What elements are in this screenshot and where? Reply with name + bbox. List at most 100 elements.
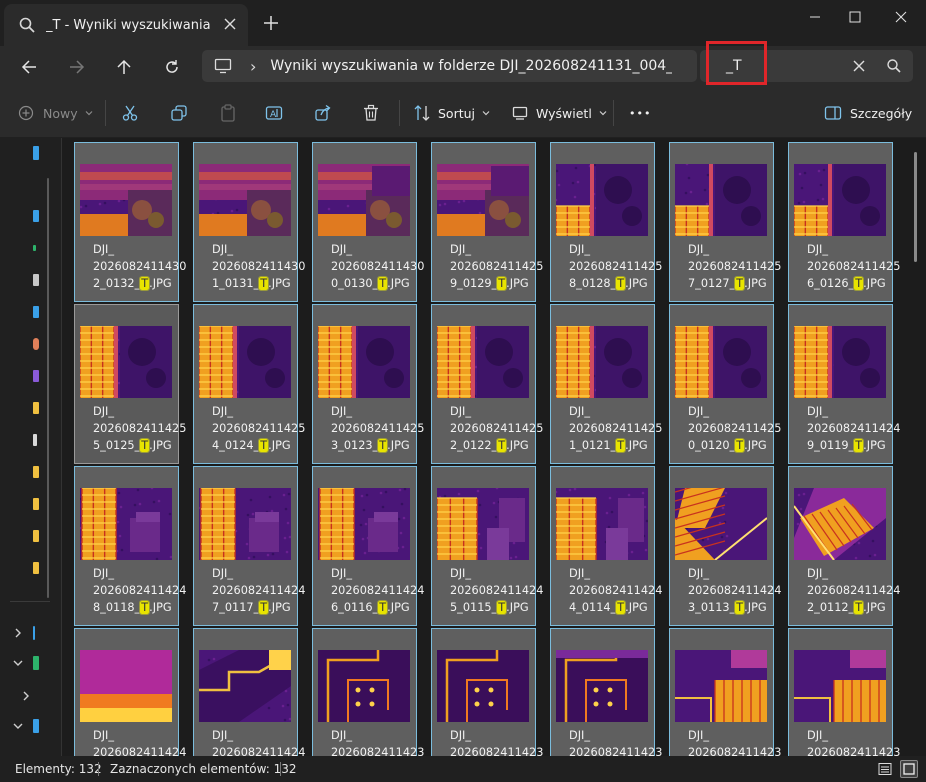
details-view-toggle[interactable] (876, 760, 894, 778)
file-tile[interactable]: DJI_ 2026082411424 5_0115_T.JPG (431, 466, 543, 626)
chevron-right-icon[interactable] (12, 627, 24, 639)
file-thumbnail (80, 650, 172, 722)
file-tile[interactable]: DJI_ 2026082411424 6_0116_T.JPG (312, 466, 424, 626)
nav-item-icon[interactable] (33, 338, 39, 350)
thermal-thumbnail (556, 164, 648, 236)
thermal-thumbnail (80, 164, 172, 236)
cut-button[interactable] (121, 101, 139, 125)
nav-scrollbar[interactable] (47, 178, 49, 598)
new-button[interactable]: Nowy (18, 101, 94, 125)
file-name-line: DJI_ (93, 243, 115, 256)
nav-item-icon[interactable] (33, 626, 35, 640)
nav-item-icon[interactable] (33, 245, 36, 251)
file-tile[interactable]: DJI_ 2026082411424 (193, 628, 305, 756)
file-tile[interactable]: DJI_ 2026082411425 2_0122_T.JPG (431, 304, 543, 464)
file-tile[interactable]: DJI_ 2026082411423 (431, 628, 543, 756)
vertical-scrollbar-thumb[interactable] (914, 152, 917, 262)
nav-item-icon[interactable] (33, 530, 39, 542)
file-name-line: 0_0130_T.JPG (331, 275, 417, 292)
chevron-down-icon[interactable] (12, 657, 24, 669)
file-name: DJI_ 2026082411425 1_0121_T.JPG (569, 403, 662, 454)
search-match-highlight: T (377, 276, 389, 291)
file-tile[interactable]: DJI_ 2026082411424 3_0113_T.JPG (669, 466, 781, 626)
share-button[interactable] (314, 101, 332, 125)
thermal-thumbnail (199, 650, 291, 722)
file-tile[interactable]: DJI_ 2026082411424 8_0118_T.JPG (74, 466, 186, 626)
nav-item-icon[interactable] (33, 434, 37, 446)
file-tile[interactable]: DJI_ 2026082411424 2_0112_T.JPG (788, 466, 900, 626)
file-tile[interactable]: DJI_ 2026082411430 1_0131_T.JPG (193, 142, 305, 302)
file-tile[interactable]: DJI_ 2026082411425 1_0121_T.JPG (550, 304, 662, 464)
search-match-highlight: T (139, 600, 151, 615)
nav-item-icon[interactable] (33, 719, 39, 733)
address-bar[interactable]: › Wyniki wyszukiwania w folderze DJI_202… (202, 50, 697, 82)
file-tile[interactable]: DJI_ 2026082411424 9_0119_T.JPG (788, 304, 900, 464)
details-pane-button[interactable]: Szczegóły (824, 101, 912, 125)
toolbar-divider (105, 100, 106, 126)
file-name-part: 8_0128_ (569, 277, 617, 290)
file-tile[interactable]: DJI_ 2026082411430 0_0130_T.JPG (312, 142, 424, 302)
rename-button[interactable]: A (265, 101, 283, 125)
file-grid[interactable]: DJI_ 2026082411430 2_0132_T.JPG DJI_ 2026082… (62, 138, 926, 756)
file-tile[interactable]: DJI_ 2026082411424 4_0114_T.JPG (550, 466, 662, 626)
up-button[interactable] (112, 55, 136, 79)
close-window-button[interactable] (878, 6, 924, 28)
chevron-right-icon[interactable] (20, 690, 32, 702)
tab-search-results[interactable]: _T - Wyniki wyszukiwania w fo (4, 4, 248, 46)
nav-item-icon[interactable] (33, 562, 39, 574)
clear-search-icon[interactable] (851, 58, 867, 74)
forward-button[interactable] (65, 55, 89, 79)
file-thumbnail (675, 488, 767, 560)
file-name: DJI_ 2026082411424 9_0119_T.JPG (807, 403, 900, 454)
file-tile[interactable]: DJI_ 2026082411423 (312, 628, 424, 756)
file-tile[interactable]: DJI_ 2026082411425 3_0123_T.JPG (312, 304, 424, 464)
thermal-thumbnail (794, 650, 886, 722)
file-name-part: 1_0121_ (569, 439, 617, 452)
file-tile[interactable]: DJI_ 2026082411425 9_0129_T.JPG (431, 142, 543, 302)
copy-button[interactable] (170, 101, 188, 125)
nav-item-icon[interactable] (33, 656, 39, 670)
file-tile[interactable]: DJI_ 2026082411425 5_0125_T.JPG (74, 304, 186, 464)
maximize-button[interactable] (832, 6, 878, 28)
file-name-part: 1_0131_ (212, 277, 260, 290)
nav-item-icon[interactable] (33, 146, 39, 160)
breadcrumb-chevron[interactable]: › (250, 57, 256, 76)
file-tile[interactable]: DJI_ 2026082411425 7_0127_T.JPG (669, 142, 781, 302)
nav-item-icon[interactable] (33, 210, 39, 222)
view-button[interactable]: Wyświetl (512, 101, 608, 125)
more-options-button[interactable]: ••• (629, 101, 651, 125)
file-tile[interactable]: DJI_ 2026082411423 (788, 628, 900, 756)
close-tab-icon[interactable] (222, 16, 238, 32)
file-tile[interactable]: DJI_ 2026082411424 (74, 628, 186, 756)
nav-item-icon[interactable] (33, 306, 39, 318)
nav-item-icon[interactable] (33, 498, 39, 510)
search-match-highlight: T (734, 600, 746, 615)
file-name: DJI_ 2026082411424 8_0118_T.JPG (93, 565, 186, 616)
delete-button[interactable] (362, 101, 380, 125)
thumbnail-view-toggle[interactable] (900, 760, 918, 778)
breadcrumb-location[interactable]: Wyniki wyszukiwania w folderze DJI_20260… (270, 58, 672, 74)
paste-button[interactable] (219, 101, 237, 125)
file-tile[interactable]: DJI_ 2026082411423 (669, 628, 781, 756)
file-thumbnail (437, 488, 529, 560)
nav-item-icon[interactable] (33, 370, 39, 382)
nav-item-icon[interactable] (33, 274, 39, 286)
nav-item-icon[interactable] (33, 466, 39, 478)
refresh-button[interactable] (160, 55, 184, 79)
file-tile[interactable]: DJI_ 2026082411425 8_0128_T.JPG (550, 142, 662, 302)
chevron-down-icon[interactable] (12, 720, 24, 732)
file-tile[interactable]: DJI_ 2026082411425 6_0126_T.JPG (788, 142, 900, 302)
search-icon[interactable] (886, 58, 902, 74)
back-button[interactable] (17, 55, 41, 79)
navigation-pane[interactable] (0, 138, 62, 756)
file-tile[interactable]: DJI_ 2026082411430 2_0132_T.JPG (74, 142, 186, 302)
file-tile[interactable]: DJI_ 2026082411423 (550, 628, 662, 756)
new-tab-icon[interactable] (262, 14, 280, 32)
file-name-part: 3_0123_ (331, 439, 379, 452)
file-tile[interactable]: DJI_ 2026082411425 0_0120_T.JPG (669, 304, 781, 464)
sort-button[interactable]: Sortuj (413, 101, 491, 125)
nav-item-icon[interactable] (33, 402, 39, 414)
file-tile[interactable]: DJI_ 2026082411424 7_0117_T.JPG (193, 466, 305, 626)
file-thumbnail (318, 488, 410, 560)
file-tile[interactable]: DJI_ 2026082411425 4_0124_T.JPG (193, 304, 305, 464)
